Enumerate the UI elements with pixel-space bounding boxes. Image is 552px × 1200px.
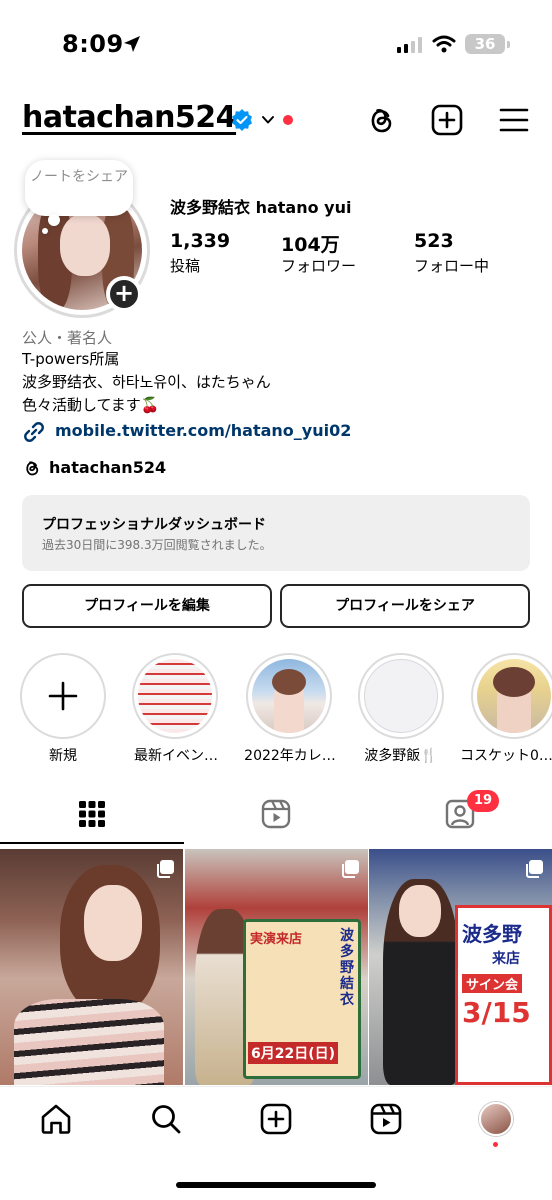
create-post-icon[interactable] xyxy=(430,103,464,137)
sign-event: サイン会 xyxy=(462,974,523,993)
following-label[interactable]: フォロー中 xyxy=(414,255,489,276)
posts-count[interactable]: 1,339 xyxy=(170,230,230,252)
post-sign: 実演来店 波多野結衣 6月22日(日) xyxy=(243,919,361,1079)
note-bubble-tail xyxy=(42,228,48,234)
bio-line: 色々活動してます🍒 xyxy=(22,396,160,414)
followers-label[interactable]: フォロワー xyxy=(281,255,356,276)
verified-badge-icon xyxy=(232,109,252,131)
post-face xyxy=(399,885,441,937)
notification-dot xyxy=(283,115,293,125)
cell-signal-icon xyxy=(397,37,422,53)
following-count[interactable]: 523 xyxy=(414,230,454,252)
threads-icon xyxy=(26,461,39,476)
chevron-down-icon[interactable] xyxy=(260,112,276,128)
post-face xyxy=(84,885,142,961)
grid-post[interactable]: 実演来店 波多野結衣 6月22日(日) xyxy=(185,849,368,1085)
account-switcher-username[interactable]: hatachan524 xyxy=(22,100,237,135)
bio-line: T-powers所属 xyxy=(22,350,120,368)
profile-nav-avatar[interactable] xyxy=(479,1102,513,1136)
avatar-face xyxy=(60,214,110,276)
bio-line: 波多野结衣、하타노유이、はたちゃん xyxy=(22,373,271,391)
grid-tab-icon[interactable] xyxy=(76,798,108,830)
battery-nub xyxy=(507,41,510,48)
grid-post[interactable] xyxy=(0,849,183,1085)
link-icon xyxy=(24,422,44,442)
share-profile-button[interactable]: プロフィールをシェア xyxy=(280,584,530,628)
home-icon[interactable] xyxy=(39,1102,73,1136)
sign-date: 6月22日(日) xyxy=(248,1042,339,1064)
carousel-icon xyxy=(526,860,543,878)
highlight-label: 波多野飯🍴 xyxy=(364,748,438,764)
carousel-icon xyxy=(342,860,359,878)
location-arrow-icon xyxy=(124,36,140,52)
status-time: 8:09 xyxy=(62,30,124,58)
highlight-label: 2022年カレ… xyxy=(244,748,336,764)
highlight-label: 新規 xyxy=(49,748,77,764)
grid-post[interactable]: 波多野 来店 サイン会 3/15 xyxy=(369,849,552,1085)
highlight-cover xyxy=(477,659,551,733)
profile-category: 公人・著名人 xyxy=(22,329,113,347)
followers-count[interactable]: 104万 xyxy=(281,230,340,257)
status-bar: 8:09 36 xyxy=(0,0,552,90)
active-tab-indicator xyxy=(0,842,184,844)
dashboard-subtitle: 過去30日間に398.3万回閲覧されました。 xyxy=(42,538,272,552)
post-top xyxy=(14,999,164,1085)
sign-text: 実演来店 xyxy=(250,932,303,947)
reels-icon[interactable] xyxy=(369,1102,403,1136)
sign-text: 来店 xyxy=(492,951,520,967)
threads-icon[interactable] xyxy=(364,103,398,137)
posts-label[interactable]: 投稿 xyxy=(170,255,200,276)
search-icon[interactable] xyxy=(149,1102,183,1136)
highlight-label: 最新イベン… xyxy=(134,748,218,764)
highlight-cover xyxy=(252,659,326,733)
sign-name: 波多野 xyxy=(462,922,522,946)
highlight-cover xyxy=(138,659,212,733)
professional-dashboard[interactable]: プロフェッショナルダッシュボード 過去30日間に398.3万回閲覧されました。 xyxy=(22,495,530,571)
note-bubble-tail xyxy=(48,214,60,226)
home-indicator xyxy=(176,1182,376,1188)
plus-icon xyxy=(48,681,78,711)
carousel-icon xyxy=(157,860,174,878)
create-icon[interactable] xyxy=(259,1102,293,1136)
note-bubble[interactable]: ノートをシェア xyxy=(25,160,133,216)
tagged-count-badge: 19 xyxy=(467,790,499,812)
reels-tab-icon[interactable] xyxy=(260,798,292,830)
highlight-figure-hair xyxy=(493,667,535,697)
highlight-label: コスケット0… xyxy=(460,748,552,764)
threads-profile-link[interactable]: hatachan524 xyxy=(49,458,166,477)
sign-date: 3/15 xyxy=(462,996,531,1029)
profile-notification-dot xyxy=(493,1142,498,1147)
battery-indicator: 36 xyxy=(465,34,505,54)
highlight-figure-hair xyxy=(272,669,306,695)
profile-link[interactable]: mobile.twitter.com/hatano_yui02 xyxy=(55,421,351,440)
edit-profile-button[interactable]: プロフィールを編集 xyxy=(22,584,272,628)
dashboard-title: プロフェッショナルダッシュボード xyxy=(42,517,266,533)
display-name: 波多野結衣 hatano yui xyxy=(170,198,352,217)
add-story-button[interactable]: + xyxy=(106,276,142,312)
sign-name: 波多野結衣 xyxy=(340,928,354,1008)
wifi-icon xyxy=(432,35,456,53)
menu-icon[interactable] xyxy=(497,103,531,137)
highlight-cover xyxy=(364,659,438,733)
post-sign: 波多野 来店 サイン会 3/15 xyxy=(455,905,552,1085)
